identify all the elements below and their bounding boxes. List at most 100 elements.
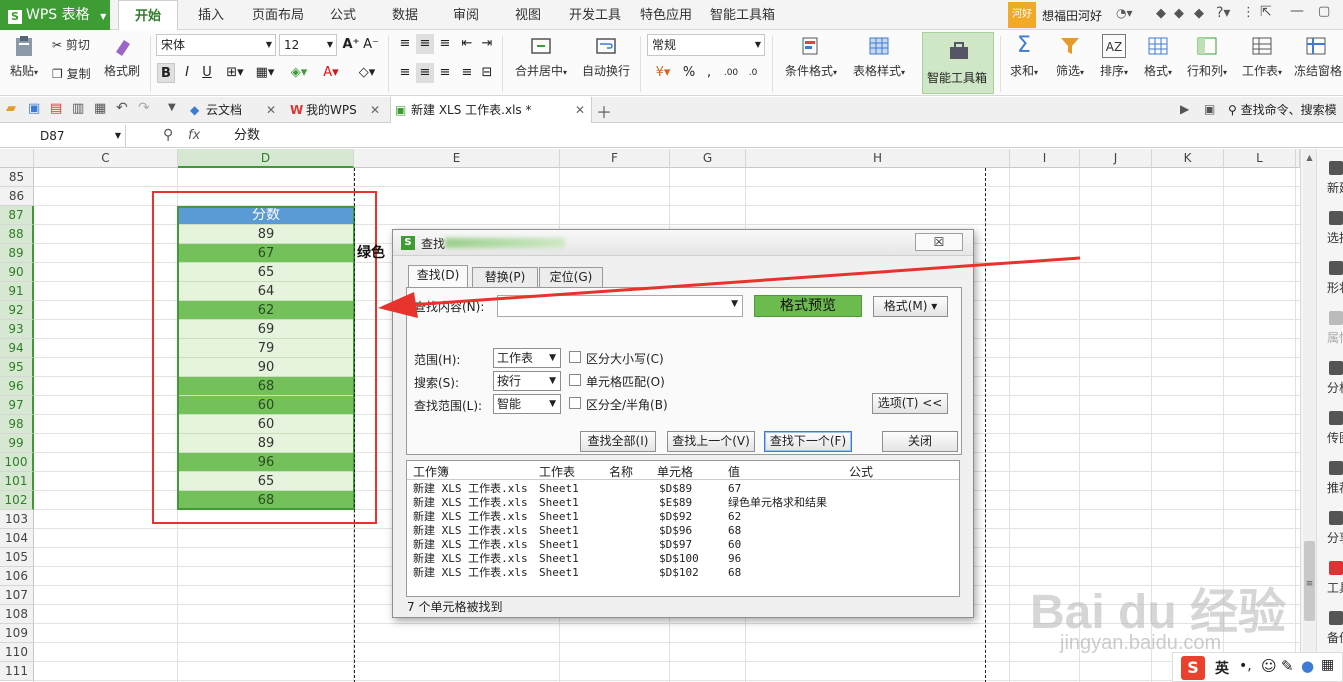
filter-button[interactable]: 筛选▾ <box>1050 34 1090 79</box>
dialog-tab-find[interactable]: 查找(D) <box>408 265 468 288</box>
user-menu-icon[interactable]: ◔▾ <box>1116 6 1133 20</box>
indent-decrease-icon[interactable]: ⇤ <box>458 34 476 54</box>
row-header-111[interactable]: 111 <box>0 662 34 681</box>
share-icon[interactable] <box>1329 511 1343 525</box>
right-panel-item-label[interactable]: 分享 <box>1327 529 1343 546</box>
sogou-logo-icon[interactable]: S <box>1181 656 1205 680</box>
ime-menu-icon[interactable]: ▦ <box>1321 657 1334 673</box>
column-header-l[interactable]: L <box>1224 149 1296 168</box>
distribute-icon[interactable]: ⊟ <box>478 63 496 83</box>
conditional-format-button[interactable]: 条件格式▾ <box>778 34 844 79</box>
right-panel-item-label[interactable]: 分析 <box>1327 379 1343 396</box>
align-bottom-icon[interactable]: ≡ <box>436 34 454 54</box>
row-header-107[interactable]: 107 <box>0 586 34 605</box>
tab-my-wps[interactable]: W 我的WPS ✕ <box>286 97 386 123</box>
image-icon[interactable] <box>1329 411 1343 425</box>
list-item[interactable]: 新建 XLS 工作表.xls Sheet1 $D$102 68 <box>407 566 957 580</box>
match-case-checkbox[interactable] <box>569 351 581 363</box>
row-header-92[interactable]: 92 <box>0 301 34 320</box>
fx-button[interactable]: fx <box>188 124 200 148</box>
scroll-up-icon[interactable]: ▲ <box>1304 153 1315 163</box>
row-header-104[interactable]: 104 <box>0 529 34 548</box>
options-button[interactable]: 选项(T) << <box>872 393 948 414</box>
dialog-tab-goto[interactable]: 定位(G) <box>539 267 603 287</box>
column-header-e[interactable]: E <box>354 149 560 168</box>
percent-button[interactable]: % <box>680 63 698 83</box>
row-header-99[interactable]: 99 <box>0 434 34 453</box>
new-icon[interactable] <box>1329 161 1343 175</box>
look-in-select[interactable]: 智能 ▼ <box>493 394 561 414</box>
shape-icon[interactable] <box>1329 261 1343 275</box>
select-all-corner[interactable] <box>0 149 34 168</box>
restore-ribbon-icon[interactable]: ⇱ <box>1260 4 1272 20</box>
column-header-i[interactable]: I <box>1010 149 1080 168</box>
find-results-list[interactable]: 工作簿 工作表 名称 单元格 值 公式 新建 XLS 工作表.xls Sheet1… <box>406 460 960 597</box>
name-box[interactable]: D87 ▼ <box>0 125 126 147</box>
skin-pen-icon[interactable]: ✎ <box>1281 657 1294 675</box>
punctuation-icon[interactable]: •, <box>1239 658 1252 674</box>
right-panel-item-label[interactable]: 新建 <box>1327 179 1343 196</box>
tab-developer[interactable]: 开发工具 <box>569 0 621 30</box>
find-next-button[interactable]: 查找下一个(F) <box>764 431 852 452</box>
row-header-103[interactable]: 103 <box>0 510 34 529</box>
chevron-down-icon[interactable]: ▼ <box>731 299 738 309</box>
right-panel-item-label[interactable]: 备份 <box>1327 629 1343 646</box>
pdf-icon[interactable]: ▤ <box>50 101 62 116</box>
row-header-95[interactable]: 95 <box>0 358 34 377</box>
font-name-select[interactable]: 宋体 ▼ <box>156 34 276 56</box>
font-size-select[interactable]: 12 ▼ <box>279 34 337 56</box>
row-header-96[interactable]: 96 <box>0 377 34 396</box>
scope-select[interactable]: 工作表 ▼ <box>493 348 561 368</box>
backup-icon[interactable] <box>1329 611 1343 625</box>
column-header-j[interactable]: J <box>1080 149 1152 168</box>
user-name[interactable]: 想福田河好 <box>1042 7 1102 24</box>
column-header-g[interactable]: G <box>670 149 746 168</box>
results-col-value[interactable]: 值 <box>728 463 740 480</box>
worksheet-button[interactable]: 工作表▾ <box>1238 34 1286 79</box>
quick-access-dropdown-icon[interactable]: ▼ <box>168 102 176 113</box>
currency-icon[interactable]: ¥▾ <box>650 63 676 83</box>
results-col-workbook[interactable]: 工作簿 <box>413 463 449 480</box>
row-header-88[interactable]: 88 <box>0 225 34 244</box>
column-header-k[interactable]: K <box>1152 149 1224 168</box>
table-style-button[interactable]: 表格样式▾ <box>848 34 910 79</box>
tab-review[interactable]: 审阅 <box>453 0 479 30</box>
right-panel-item-label[interactable]: 选择 <box>1327 229 1343 246</box>
list-item[interactable]: 新建 XLS 工作表.xls Sheet1 $D$96 68 <box>407 524 957 538</box>
sum-button[interactable]: Σ 求和▾ <box>1006 34 1042 79</box>
close-icon[interactable]: ✕ <box>266 97 276 123</box>
tab-special[interactable]: 特色应用 <box>640 0 692 30</box>
avatar[interactable]: 河好 <box>1008 2 1036 28</box>
dialog-close-button[interactable]: ☒ <box>915 233 963 251</box>
command-search[interactable]: ⚲ 查找命令、搜索模 <box>1228 97 1343 123</box>
print-icon[interactable]: ▥ <box>72 101 84 116</box>
fill-color-icon[interactable]: ◈▾ <box>286 63 312 83</box>
find-what-input[interactable]: ▼ <box>497 295 743 317</box>
save-icon[interactable]: ▣ <box>28 101 40 116</box>
freeze-panes-button[interactable]: 冻结窗格 <box>1294 34 1343 79</box>
row-header-109[interactable]: 109 <box>0 624 34 643</box>
copy-button[interactable]: ❐ 复制 <box>52 65 91 82</box>
list-item[interactable]: 新建 XLS 工作表.xls Sheet1 $D$89 67 <box>407 482 957 496</box>
results-col-name[interactable]: 名称 <box>609 463 633 480</box>
results-col-sheet[interactable]: 工作表 <box>539 463 575 480</box>
right-panel-item-label[interactable]: 工具 <box>1327 579 1343 596</box>
find-previous-button[interactable]: 查找上一个(V) <box>667 431 755 452</box>
decrease-decimal-icon[interactable]: .0 <box>744 63 762 83</box>
decrease-font-icon[interactable]: A⁻ <box>362 35 380 55</box>
print-preview-icon[interactable]: ▦ <box>94 101 106 116</box>
row-header-93[interactable]: 93 <box>0 320 34 339</box>
wrap-text-button[interactable]: 自动换行 <box>580 34 632 79</box>
merge-center-button[interactable]: 合并居中▾ <box>510 34 572 79</box>
fill-pattern-icon[interactable]: ▦▾ <box>252 63 278 83</box>
tab-formulas[interactable]: 公式 <box>330 0 356 30</box>
format-painter-button[interactable]: 格式刷 <box>104 34 140 79</box>
wps-app-menu-button[interactable]: S WPS 表格 ▼ <box>0 0 110 30</box>
close-icon[interactable]: ✕ <box>370 97 380 123</box>
tab-home[interactable]: 开始 <box>118 0 178 31</box>
zoom-search-icon[interactable]: ⚲ <box>163 127 173 143</box>
right-panel-item-label[interactable]: 推荐 <box>1327 479 1343 496</box>
search-order-select[interactable]: 按行 ▼ <box>493 371 561 391</box>
column-header-d[interactable]: D <box>178 149 354 168</box>
row-header-89[interactable]: 89 <box>0 244 34 263</box>
